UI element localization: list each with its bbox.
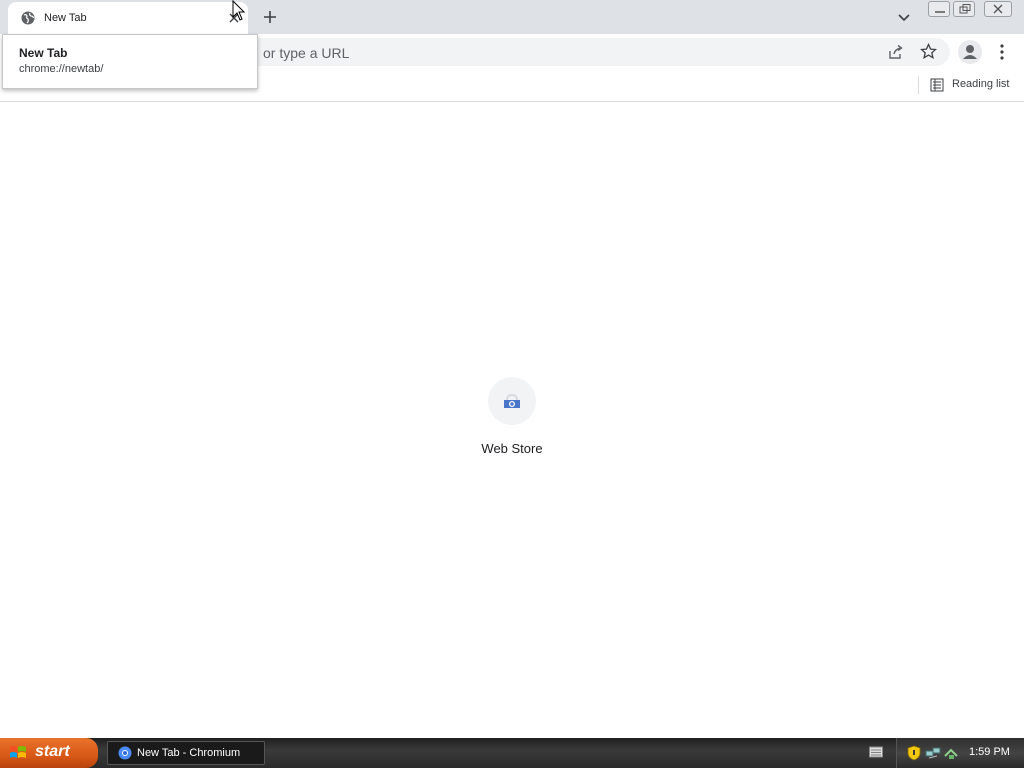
tab-search-chevron-icon[interactable] bbox=[896, 9, 912, 25]
profile-icon bbox=[963, 45, 977, 59]
chromium-icon bbox=[118, 746, 132, 760]
restore-icon bbox=[959, 4, 971, 14]
hover-card-url: chrome://newtab/ bbox=[19, 63, 104, 75]
taskbar-item-chromium[interactable]: New Tab - Chromium bbox=[107, 741, 265, 765]
start-button[interactable]: start bbox=[0, 738, 98, 768]
close-window-icon bbox=[993, 4, 1003, 14]
globe-icon bbox=[21, 11, 35, 25]
omnibox-placeholder: or type a URL bbox=[263, 45, 350, 61]
minimize-icon bbox=[935, 11, 945, 13]
screen: New Tab or type a URL Reading list Web S… bbox=[0, 0, 1024, 768]
security-shield-icon[interactable] bbox=[907, 745, 921, 761]
tab-title: New Tab bbox=[44, 12, 87, 24]
restore-button[interactable] bbox=[953, 1, 975, 17]
more-menu-icon[interactable] bbox=[994, 42, 1010, 62]
new-tab-page: Web Store bbox=[0, 103, 1024, 738]
tab-new-tab[interactable]: New Tab bbox=[8, 2, 248, 34]
profile-avatar-button[interactable] bbox=[958, 40, 982, 64]
minimize-button[interactable] bbox=[928, 1, 950, 17]
network-activity-icon[interactable] bbox=[943, 746, 959, 760]
mouse-cursor-icon bbox=[232, 0, 246, 21]
taskbar-clock: 1:59 PM bbox=[969, 746, 1010, 758]
web-store-icon bbox=[504, 393, 520, 408]
bookmarks-separator bbox=[918, 76, 919, 94]
reading-list-label: Reading list bbox=[952, 78, 1010, 90]
close-window-button[interactable] bbox=[984, 1, 1012, 17]
bookmark-star-icon[interactable] bbox=[920, 43, 937, 60]
shortcut-label: Web Store bbox=[481, 441, 543, 456]
taskbar-item-label: New Tab - Chromium bbox=[137, 747, 241, 759]
start-label: start bbox=[35, 743, 70, 760]
hover-card-title: New Tab bbox=[19, 46, 68, 60]
taskbar: start New Tab - Chromium 1:59 PM bbox=[0, 738, 1024, 768]
keyboard-icon[interactable] bbox=[869, 746, 883, 758]
reading-list-icon bbox=[930, 78, 944, 92]
windows-logo-icon bbox=[10, 746, 26, 758]
tab-hover-card: New Tab chrome://newtab/ bbox=[2, 34, 258, 89]
network-icon[interactable] bbox=[925, 746, 941, 760]
new-tab-button[interactable] bbox=[261, 8, 279, 26]
shortcut-web-store[interactable]: Web Store bbox=[472, 373, 552, 463]
shortcut-icon-container bbox=[488, 377, 536, 425]
system-tray: 1:59 PM bbox=[869, 738, 1024, 768]
tab-strip: New Tab bbox=[0, 0, 1024, 34]
share-icon[interactable] bbox=[888, 44, 904, 60]
